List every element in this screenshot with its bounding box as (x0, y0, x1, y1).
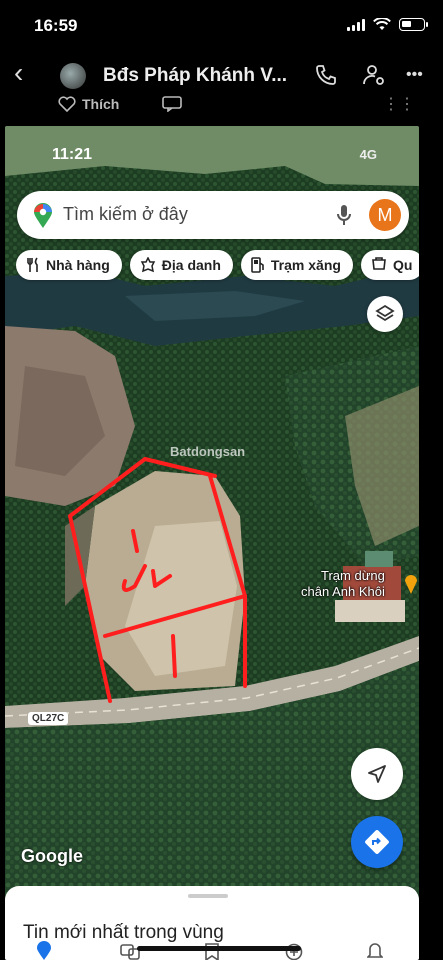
landmark-icon (140, 257, 155, 273)
reply-icon[interactable] (162, 96, 182, 112)
inner-time: 11:21 (52, 146, 93, 163)
place-label[interactable]: Trạm dừng chân Anh Khôi (301, 568, 385, 600)
search-placeholder: Tìm kiếm ở đây (63, 204, 188, 224)
gas-station-icon (251, 257, 264, 273)
sheet-handle[interactable] (188, 894, 228, 898)
my-location-button[interactable] (351, 748, 403, 800)
chip-label: Trạm xăng (270, 257, 341, 273)
inner-network-label: 4G (359, 147, 377, 162)
chip-restaurants[interactable]: Nhà hàng (16, 250, 122, 280)
chip-shopping[interactable]: Qu (360, 250, 419, 280)
fork-knife-icon (27, 257, 38, 272)
maps-pin-icon (34, 203, 52, 228)
microphone-icon[interactable] (337, 204, 351, 226)
category-chips: Nhà hàng Địa danh Trạm xăng Qu (16, 250, 419, 282)
navigation-arrow-icon (368, 765, 386, 783)
chip-label: Qu (392, 257, 413, 273)
shared-map-image[interactable]: 11:21 4G Tìm kiếm ở đây M Nhà hàng Địa d… (5, 126, 419, 960)
watermark-label: Batdongsan (170, 444, 246, 459)
heart-icon (58, 96, 76, 112)
status-time: 16:59 (34, 16, 78, 35)
more-options-button[interactable]: ••• (406, 66, 423, 84)
google-logo: Google (21, 846, 83, 866)
shopping-icon (372, 257, 386, 270)
user-avatar[interactable]: M (369, 199, 401, 231)
chat-title[interactable]: Bđs Pháp Khánh V... (103, 65, 308, 87)
like-label: Thích (82, 96, 120, 112)
chip-label: Nhà hàng (46, 257, 110, 273)
inner-status-bar: 11:21 4G (5, 126, 419, 186)
status-icons (347, 18, 428, 31)
chat-header: ‹ Bđs Pháp Khánh V... ••• (0, 54, 443, 98)
explore-icon[interactable] (35, 941, 53, 960)
drag-handle-icon: ⋮⋮ (383, 96, 415, 113)
wifi-icon (373, 18, 391, 30)
place-label-line2: chân Anh Khôi (301, 584, 385, 599)
directions-icon (365, 830, 389, 854)
phone-icon[interactable] (314, 63, 338, 87)
like-button[interactable]: Thích (58, 96, 119, 112)
group-settings-icon[interactable] (362, 63, 386, 87)
search-input[interactable]: Tìm kiếm ở đây M (17, 191, 409, 239)
road-label: QL27C (28, 712, 69, 725)
chip-gas-stations[interactable]: Trạm xăng (240, 250, 353, 280)
layers-button[interactable] (367, 296, 403, 332)
chip-label: Địa danh (161, 257, 221, 273)
back-button[interactable]: ‹ (14, 58, 23, 88)
home-indicator[interactable] (137, 946, 301, 951)
chip-landmarks[interactable]: Địa danh (129, 250, 233, 280)
battery-icon (399, 18, 428, 31)
reaction-bar: Thích ⋮⋮ (0, 94, 443, 118)
place-label-line1: Trạm dừng (321, 568, 385, 583)
signal-icon (347, 18, 365, 31)
layers-icon (375, 304, 395, 322)
updates-icon[interactable] (367, 943, 383, 960)
status-bar: 16:59 (0, 0, 443, 50)
directions-button[interactable] (351, 816, 403, 868)
group-avatar[interactable] (60, 63, 86, 89)
